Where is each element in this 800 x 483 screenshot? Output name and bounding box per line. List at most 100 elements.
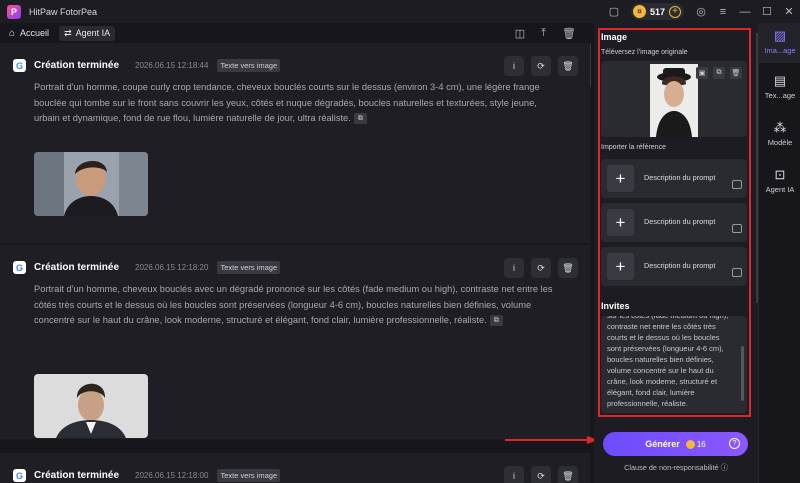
- image-prompt-icon[interactable]: [732, 180, 742, 189]
- card-time: 2026.06.15 12:18:00: [135, 471, 209, 480]
- app-title: HitPaw FotorPea: [29, 6, 98, 17]
- reference-label: Importer la référence: [601, 144, 666, 151]
- google-icon: G: [13, 469, 26, 482]
- result-card: G Création terminée 2026.06.15 12:18:44 …: [0, 43, 590, 243]
- image-section-title: Image: [601, 32, 628, 42]
- rail-item-text-image[interactable]: ▤ Tex...age: [759, 73, 800, 108]
- delete-image-icon[interactable]: 🗑: [730, 67, 742, 79]
- add-reference-icon[interactable]: +: [607, 165, 634, 192]
- main-area: ⌂ Accueil ⇄ Agent IA ◫ ⤒ 🗑 G Création te…: [0, 23, 594, 483]
- add-reference-icon[interactable]: +: [607, 253, 634, 280]
- help-icon[interactable]: ?: [729, 438, 740, 449]
- result-card: G Création terminée 2026.06.15 12:18:00 …: [0, 453, 590, 483]
- rail-item-image[interactable]: ▨ Ima...age: [759, 23, 800, 63]
- upload-top-icon[interactable]: ⤒: [541, 27, 546, 40]
- copy-icon[interactable]: ⧉: [489, 315, 503, 327]
- model-icon: ⁂: [773, 120, 787, 135]
- coin-icon: [685, 439, 695, 449]
- edit-image-icon[interactable]: ▣: [696, 67, 708, 79]
- delete-icon[interactable]: 🗑: [558, 56, 578, 76]
- agent-icon: ⊡: [774, 167, 786, 182]
- credits-value: 517: [649, 6, 665, 17]
- home-label: Accueil: [20, 28, 50, 38]
- text-image-icon: ▤: [773, 73, 787, 88]
- google-icon: G: [13, 59, 26, 72]
- generate-label: Générer: [645, 439, 680, 449]
- generate-cost: 16: [696, 439, 706, 449]
- info-icon[interactable]: i: [504, 56, 524, 76]
- google-icon: G: [13, 261, 26, 274]
- prompt-text: sur les côtés (fade medium ou high), con…: [607, 316, 728, 408]
- card-tag: Texte vers image: [217, 261, 281, 274]
- delete-icon[interactable]: 🗑: [558, 466, 578, 483]
- card-tag: Texte vers image: [217, 469, 281, 482]
- disclaimer-link[interactable]: Clause de non-responsabilité ⓘ: [594, 463, 758, 473]
- card-prompt-text: Portrait d'un homme, coupe curly crop te…: [34, 82, 540, 123]
- uploaded-portrait: [650, 64, 698, 137]
- app-logo-icon: P: [7, 4, 21, 19]
- home-link[interactable]: ⌂ Accueil: [9, 28, 49, 39]
- home-icon: ⌂: [9, 27, 16, 39]
- rail-label: Modèle: [767, 138, 793, 147]
- regenerate-icon[interactable]: ⟳: [531, 466, 551, 483]
- reference-slot[interactable]: + Description du prompt: [601, 247, 747, 286]
- menu-icon[interactable]: ≡: [712, 0, 734, 23]
- reference-slot-label: Description du prompt: [644, 217, 716, 226]
- coin-icon: ¤: [632, 5, 646, 18]
- trash-all-icon[interactable]: 🗑: [562, 27, 576, 40]
- account-icon[interactable]: ◎: [690, 0, 712, 23]
- rail-item-agent[interactable]: ⊡ Agent IA: [759, 167, 800, 202]
- sub-toolbar: ⌂ Accueil ⇄ Agent IA ◫ ⤒ 🗑: [0, 23, 594, 43]
- regenerate-icon[interactable]: ⟳: [531, 258, 551, 278]
- image-prompt-icon[interactable]: [732, 224, 742, 233]
- prompt-textarea[interactable]: sur les côtés (fade medium ou high), con…: [601, 316, 747, 413]
- generate-button[interactable]: Générer 16 ?: [603, 432, 748, 456]
- settings-panel: Image Téléversez l'image originale ▣ ⧉ 🗑…: [594, 23, 758, 483]
- add-credits-icon[interactable]: +: [669, 5, 681, 18]
- compare-icon[interactable]: ◫: [515, 27, 525, 40]
- image-prompt-icon[interactable]: [732, 268, 742, 277]
- crop-icon[interactable]: ⧉: [713, 67, 725, 79]
- rail-item-model[interactable]: ⁂ Modèle: [759, 120, 800, 155]
- prompt-scrollbar[interactable]: [741, 346, 744, 401]
- copy-icon[interactable]: ⧉: [353, 113, 367, 125]
- minimize-icon[interactable]: —: [734, 0, 756, 23]
- upload-label: Téléversez l'image originale: [601, 49, 688, 56]
- card-time: 2026.06.15 12:18:20: [135, 263, 209, 272]
- upload-area[interactable]: ▣ ⧉ 🗑: [601, 61, 747, 137]
- delete-icon[interactable]: 🗑: [558, 258, 578, 278]
- card-title: Création terminée: [34, 60, 120, 71]
- screenshot-icon[interactable]: ▢: [603, 0, 625, 23]
- credits-badge[interactable]: ¤ 517 +: [630, 3, 684, 20]
- title-bar: P HitPaw FotorPea ▢ ¤ 517 + ◎ ≡ — ☐ ✕: [0, 0, 800, 23]
- image-icon: ▨: [773, 28, 787, 43]
- add-reference-icon[interactable]: +: [607, 209, 634, 236]
- rail-label: Agent IA: [765, 185, 795, 194]
- agent-ia-button[interactable]: ⇄ Agent IA: [59, 25, 116, 41]
- reference-slot-label: Description du prompt: [644, 261, 716, 270]
- card-tag: Texte vers image: [217, 59, 281, 72]
- disclaimer-label: Clause de non-responsabilité: [624, 463, 719, 472]
- result-thumbnail[interactable]: [34, 152, 148, 216]
- result-card: G Création terminée 2026.06.15 12:18:20 …: [0, 245, 590, 439]
- swap-icon: ⇄: [64, 27, 72, 38]
- card-prompt-text: Portrait d'un homme, cheveux bouclés ave…: [34, 284, 553, 325]
- rail-label: Ima...age: [764, 46, 796, 55]
- card-title: Création terminée: [34, 262, 120, 273]
- maximize-icon[interactable]: ☐: [756, 0, 778, 23]
- close-icon[interactable]: ✕: [778, 0, 800, 23]
- card-title: Création terminée: [34, 470, 120, 481]
- info-icon[interactable]: i: [504, 466, 524, 483]
- reference-slot[interactable]: + Description du prompt: [601, 159, 747, 198]
- reference-slot[interactable]: + Description du prompt: [601, 203, 747, 242]
- card-prompt: Portrait d'un homme, coupe curly crop te…: [34, 80, 564, 127]
- card-time: 2026.06.15 12:18:44: [135, 61, 209, 70]
- result-thumbnail[interactable]: [34, 374, 148, 438]
- info-icon[interactable]: i: [504, 258, 524, 278]
- card-prompt: Portrait d'un homme, cheveux bouclés ave…: [34, 282, 564, 329]
- annotation-arrow: [505, 436, 598, 444]
- rail-label: Tex...age: [764, 91, 796, 100]
- reference-slot-label: Description du prompt: [644, 173, 716, 182]
- agent-ia-label: Agent IA: [75, 28, 111, 38]
- regenerate-icon[interactable]: ⟳: [531, 56, 551, 76]
